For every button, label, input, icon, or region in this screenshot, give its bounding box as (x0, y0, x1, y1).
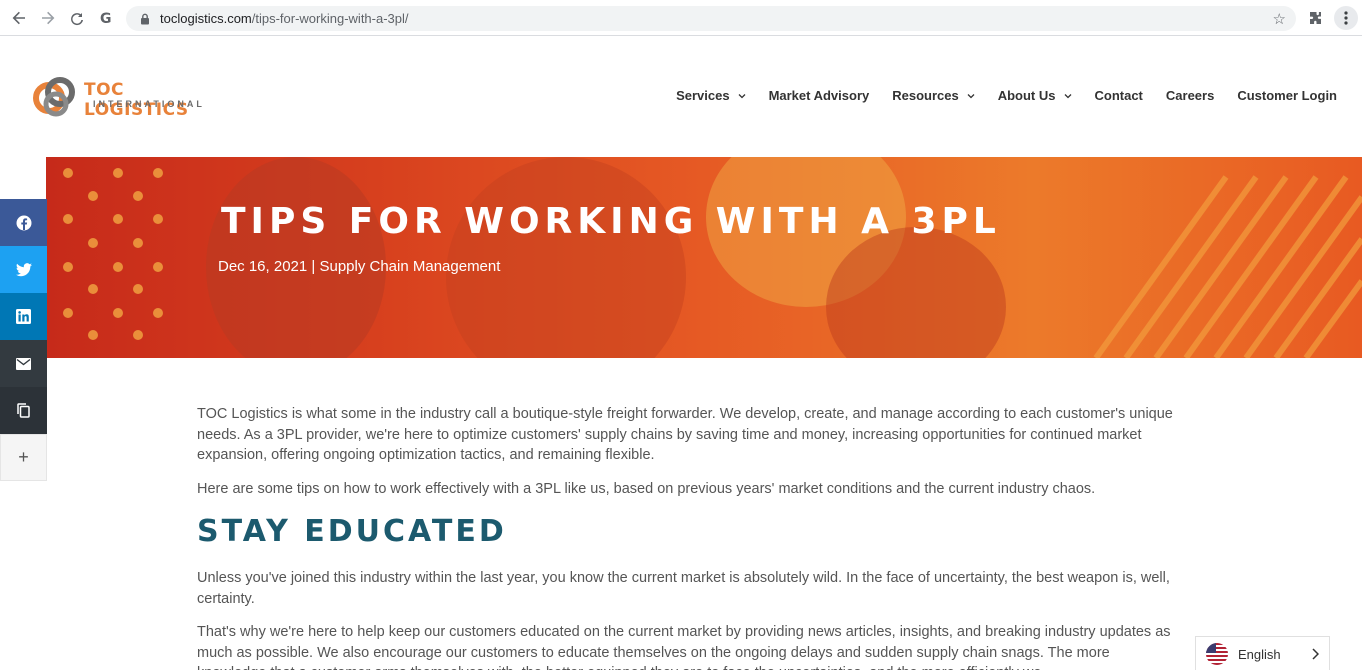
hero-banner: TIPS FOR WORKING WITH A 3PL Dec 16, 2021… (46, 157, 1362, 358)
language-label: English (1238, 646, 1281, 662)
extensions-puzzle-icon[interactable] (1306, 8, 1326, 28)
language-switcher[interactable]: English (1195, 636, 1330, 670)
chevron-down-icon (967, 93, 975, 98)
nav-item-customer-login[interactable]: Customer Login (1237, 88, 1337, 103)
nav-item-careers[interactable]: Careers (1166, 88, 1214, 103)
facebook-icon (16, 215, 31, 230)
twitter-icon (15, 262, 32, 276)
section-heading: STAY EDUCATED (197, 514, 507, 549)
post-category-link[interactable]: Supply Chain Management (319, 258, 500, 275)
article-paragraph: Unless you've joined this industry withi… (197, 570, 1170, 607)
nav-item-resources[interactable]: Resources (892, 88, 975, 103)
logo-text-sub: INTERNATIONAL (93, 99, 205, 109)
copy-icon (17, 403, 30, 418)
social-share-sidebar: + (0, 199, 47, 481)
svg-text:G: G (100, 11, 112, 26)
article-body: TOC Logistics is what some in the indust… (197, 404, 1177, 670)
site-header: TOC LOGISTICS INTERNATIONAL Services Mar… (0, 36, 1362, 157)
logo-rings-icon (33, 77, 75, 117)
more-share-button[interactable]: + (0, 434, 47, 481)
url-host: toclogistics.com (160, 11, 252, 26)
browser-toolbar: G toclogistics.com/tips-for-working-with… (0, 0, 1362, 36)
copy-link-button[interactable] (0, 387, 47, 434)
nav-item-market-advisory[interactable]: Market Advisory (769, 88, 870, 103)
email-share-button[interactable] (0, 340, 47, 387)
article-paragraph: That's why we're here to help keep our c… (197, 624, 1171, 670)
post-date: Dec 16, 2021 (218, 258, 308, 275)
chevron-right-icon (1312, 648, 1319, 660)
nav-label: About Us (997, 88, 1056, 103)
bookmark-star-icon[interactable]: ☆ (1273, 10, 1286, 28)
chevron-down-icon (1064, 93, 1071, 98)
nav-label: Customer Login (1237, 88, 1337, 103)
lock-icon[interactable] (138, 12, 152, 26)
plus-icon: + (18, 447, 29, 467)
nav-label: Services (676, 88, 730, 103)
meta-separator: | (307, 258, 320, 275)
post-title: TIPS FOR WORKING WITH A 3PL (221, 201, 1001, 242)
nav-label: Careers (1165, 88, 1215, 103)
linkedin-icon (16, 309, 31, 324)
facebook-share-button[interactable] (0, 199, 47, 246)
post-meta: Dec 16, 2021 | Supply Chain Management (218, 258, 500, 275)
us-flag-icon (1206, 643, 1228, 665)
nav-label: Contact (1094, 88, 1143, 103)
toc-logo[interactable]: TOC LOGISTICS INTERNATIONAL (32, 70, 222, 122)
main-nav: Services Market Advisory Resources About… (653, 88, 1337, 103)
nav-item-contact[interactable]: Contact (1095, 88, 1143, 103)
nav-label: Market Advisory (768, 88, 870, 103)
url-path: /tips-for-working-with-a-3pl/ (251, 11, 409, 26)
chevron-down-icon (738, 93, 746, 98)
twitter-share-button[interactable] (0, 246, 47, 293)
reload-icon[interactable] (67, 8, 87, 28)
linkedin-share-button[interactable] (0, 293, 47, 340)
nav-item-about-us[interactable]: About Us (998, 88, 1072, 103)
article-paragraph: Here are some tips on how to work effect… (197, 480, 1096, 497)
article-paragraph: TOC Logistics is what some in the indust… (197, 406, 1173, 463)
address-bar[interactable]: toclogistics.com/tips-for-working-with-a… (126, 6, 1296, 31)
browser-menu-icon[interactable] (1334, 6, 1358, 30)
back-icon[interactable] (9, 8, 29, 28)
google-icon[interactable]: G (96, 8, 116, 28)
nav-item-services[interactable]: Services (676, 88, 746, 103)
nav-label: Resources (892, 88, 959, 103)
forward-icon[interactable] (38, 8, 58, 28)
email-icon (16, 357, 31, 370)
